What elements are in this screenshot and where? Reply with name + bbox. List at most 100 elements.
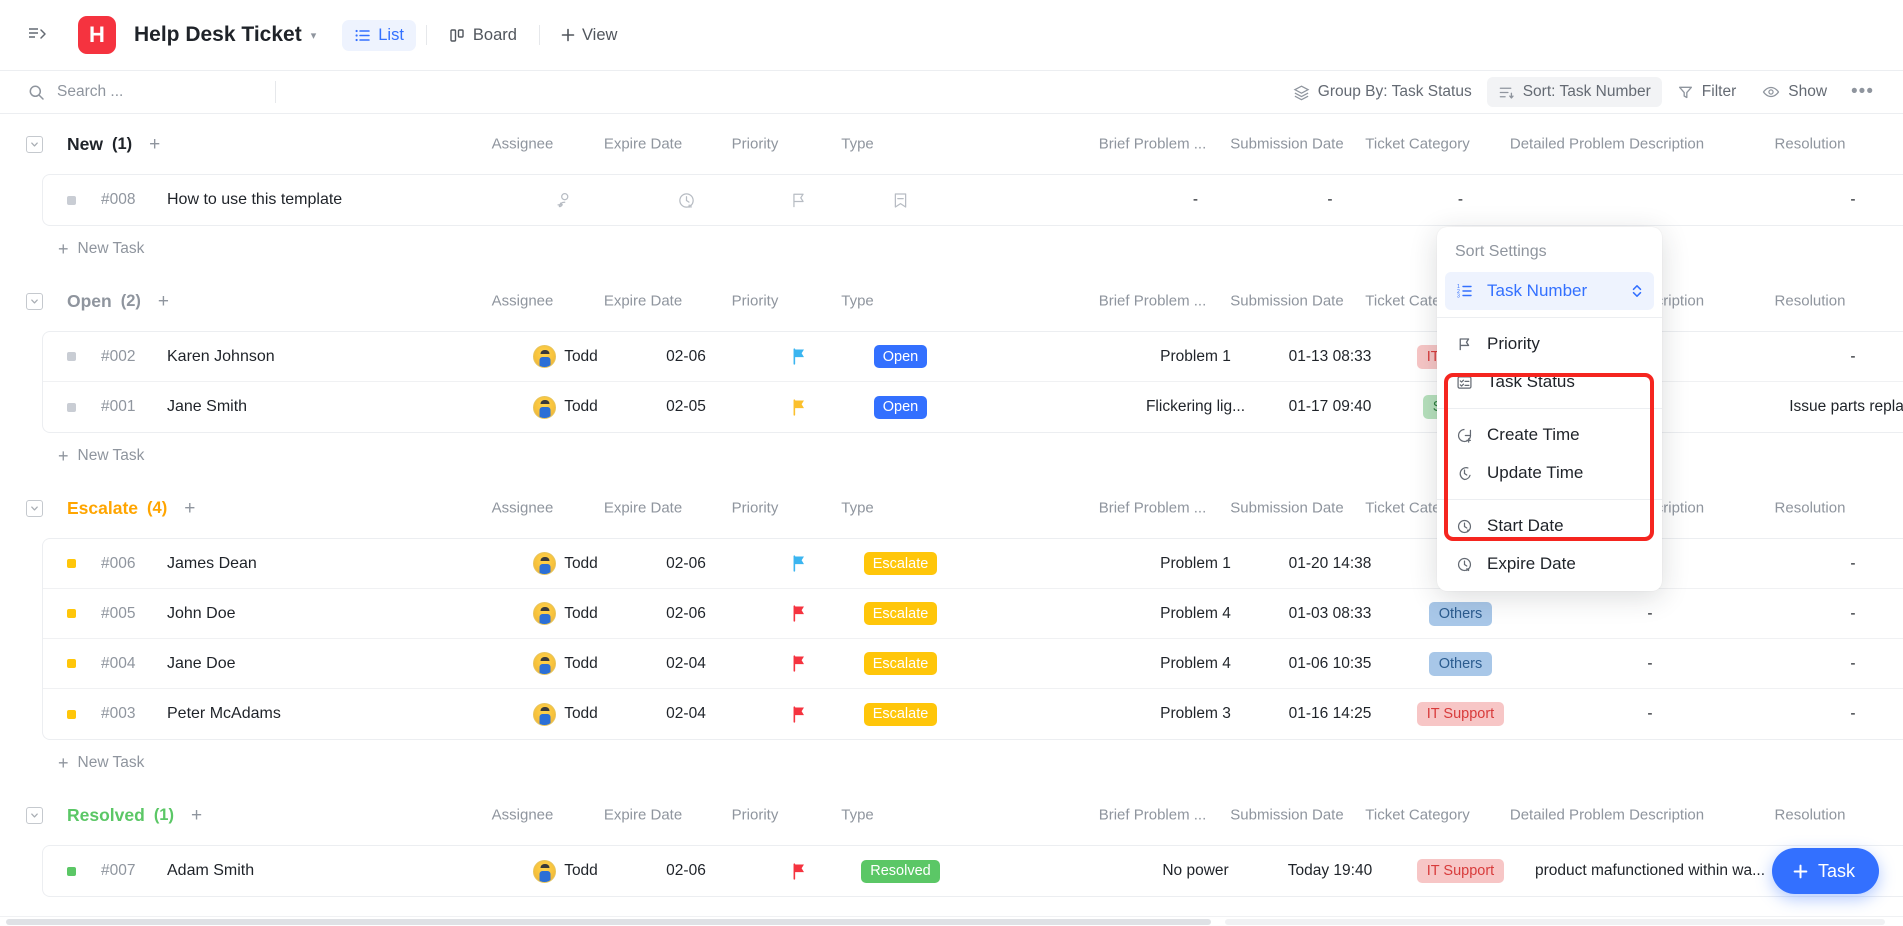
column-header-type[interactable]: Type — [810, 293, 905, 310]
cell-expire-date[interactable]: 02-06 — [631, 589, 741, 638]
column-header-expire[interactable]: Expire Date — [588, 807, 698, 824]
column-header-expire[interactable]: Expire Date — [588, 293, 698, 310]
sort-option-priority[interactable]: Priority — [1445, 325, 1654, 363]
sidebar-collapse-icon[interactable] — [22, 20, 52, 50]
group-name[interactable]: Resolved — [67, 805, 145, 826]
task-title[interactable]: James Dean — [167, 539, 497, 588]
cell-expire-date[interactable]: 02-04 — [631, 689, 741, 739]
cell-resolution[interactable]: - — [1783, 332, 1903, 381]
cell-ticket-category[interactable]: Others — [1398, 639, 1523, 688]
cell-type[interactable] — [853, 175, 948, 225]
group-add-task-icon[interactable]: + — [191, 806, 202, 825]
group-collapse-toggle[interactable] — [26, 807, 43, 824]
sort-button[interactable]: Sort: Task Number — [1487, 77, 1662, 107]
column-header-brief[interactable]: Brief Problem ... — [1085, 136, 1220, 153]
cell-type[interactable]: Escalate — [853, 689, 948, 739]
cell-assignee[interactable]: Todd — [513, 589, 618, 638]
column-header-resolution[interactable]: Resolution — [1740, 293, 1880, 310]
flag-outline-icon[interactable] — [789, 191, 808, 210]
column-header-submission[interactable]: Submission Date — [1222, 293, 1352, 310]
cell-brief-problem[interactable]: Problem 3 — [1128, 689, 1263, 739]
group-by-button[interactable]: Group By: Task Status — [1282, 77, 1483, 107]
group-collapse-toggle[interactable] — [26, 136, 43, 153]
cell-priority[interactable] — [743, 332, 853, 381]
cell-detailed-description[interactable]: - — [1525, 689, 1775, 739]
cell-detailed-description[interactable]: - — [1525, 639, 1775, 688]
cell-ticket-category[interactable]: Others — [1398, 589, 1523, 638]
new-task-button[interactable]: +New Task — [0, 740, 1903, 785]
cell-expire-date[interactable]: 02-06 — [631, 539, 741, 588]
cell-detailed-description[interactable] — [1525, 175, 1775, 225]
cell-expire-date[interactable]: 02-06 — [631, 846, 741, 896]
add-view-button[interactable]: View — [550, 20, 627, 51]
scrollbar-track-right[interactable] — [1225, 919, 1885, 925]
cell-priority[interactable] — [743, 846, 853, 896]
show-button[interactable]: Show — [1751, 77, 1838, 107]
sort-option-task-status[interactable]: Task Status — [1445, 363, 1654, 401]
cell-ticket-category[interactable]: IT Support — [1398, 846, 1523, 896]
column-header-brief[interactable]: Brief Problem ... — [1085, 500, 1220, 517]
cell-priority[interactable] — [743, 382, 853, 432]
cell-ticket-category[interactable]: IT Support — [1398, 689, 1523, 739]
column-header-type[interactable]: Type — [810, 807, 905, 824]
column-header-assignee[interactable]: Assignee — [470, 293, 575, 310]
add-task-fab[interactable]: Task — [1772, 848, 1879, 894]
group-collapse-toggle[interactable] — [26, 293, 43, 310]
priority-flag-icon[interactable] — [790, 554, 807, 573]
column-header-submission[interactable]: Submission Date — [1222, 500, 1352, 517]
group-collapse-toggle[interactable] — [26, 500, 43, 517]
cell-type[interactable]: Escalate — [853, 539, 948, 588]
sort-option-update-time[interactable]: Update Time — [1445, 454, 1654, 492]
group-name[interactable]: New — [67, 134, 103, 155]
cell-brief-problem[interactable]: - — [1128, 175, 1263, 225]
cell-brief-problem[interactable]: Problem 1 — [1128, 332, 1263, 381]
tab-list[interactable]: List — [342, 20, 416, 51]
search-input[interactable] — [55, 82, 255, 102]
status-badge[interactable]: Resolved — [861, 860, 939, 883]
column-header-detailed[interactable]: Detailed Problem Description — [1482, 136, 1732, 153]
sort-option-expire-date[interactable]: Expire Date — [1445, 545, 1654, 583]
cell-submission-date[interactable]: 01-06 10:35 — [1265, 639, 1395, 688]
cell-expire-date[interactable] — [631, 175, 741, 225]
cell-type[interactable]: Escalate — [853, 589, 948, 638]
scrollbar-thumb[interactable] — [6, 919, 1211, 925]
column-header-submission[interactable]: Submission Date — [1222, 136, 1352, 153]
cell-assignee[interactable]: Todd — [513, 539, 618, 588]
table-row[interactable]: #007Adam SmithTodd02-06ResolvedNo powerT… — [43, 846, 1903, 896]
cell-resolution[interactable]: - — [1783, 539, 1903, 588]
task-title[interactable]: John Doe — [167, 589, 497, 638]
priority-flag-icon[interactable] — [790, 654, 807, 673]
cell-priority[interactable] — [743, 539, 853, 588]
cell-priority[interactable] — [743, 689, 853, 739]
table-row[interactable]: #004Jane DoeTodd02-04EscalateProblem 401… — [43, 639, 1903, 689]
cell-priority[interactable] — [743, 175, 853, 225]
cell-ticket-category[interactable]: - — [1398, 175, 1523, 225]
status-badge[interactable]: Open — [874, 396, 927, 419]
bookmark-icon[interactable] — [891, 191, 910, 210]
chevron-down-icon[interactable]: ▾ — [311, 29, 317, 42]
table-row[interactable]: #003Peter McAdamsTodd02-04EscalateProble… — [43, 689, 1903, 739]
add-assignee-icon[interactable] — [556, 191, 575, 210]
cell-type[interactable]: Escalate — [853, 639, 948, 688]
cell-brief-problem[interactable]: No power — [1128, 846, 1263, 896]
group-add-task-icon[interactable]: + — [149, 135, 160, 154]
more-options-button[interactable]: ••• — [1842, 75, 1883, 109]
column-header-expire[interactable]: Expire Date — [588, 136, 698, 153]
cell-expire-date[interactable]: 02-04 — [631, 639, 741, 688]
column-header-category[interactable]: Ticket Category — [1355, 136, 1480, 153]
cell-assignee[interactable]: Todd — [513, 382, 618, 432]
priority-flag-icon[interactable] — [790, 862, 807, 881]
sort-option-create-time[interactable]: Create Time — [1445, 416, 1654, 454]
column-header-priority[interactable]: Priority — [700, 293, 810, 310]
column-header-resolution[interactable]: Resolution — [1740, 500, 1880, 517]
task-title[interactable]: Karen Johnson — [167, 332, 497, 381]
group-name[interactable]: Escalate — [67, 498, 138, 519]
cell-brief-problem[interactable]: Flickering lig... — [1128, 382, 1263, 432]
column-header-type[interactable]: Type — [810, 136, 905, 153]
cell-submission-date[interactable]: 01-16 14:25 — [1265, 689, 1395, 739]
column-header-brief[interactable]: Brief Problem ... — [1085, 807, 1220, 824]
cell-submission-date[interactable]: 01-13 08:33 — [1265, 332, 1395, 381]
column-header-expire[interactable]: Expire Date — [588, 500, 698, 517]
column-header-submission[interactable]: Submission Date — [1222, 807, 1352, 824]
cell-type[interactable]: Open — [853, 332, 948, 381]
